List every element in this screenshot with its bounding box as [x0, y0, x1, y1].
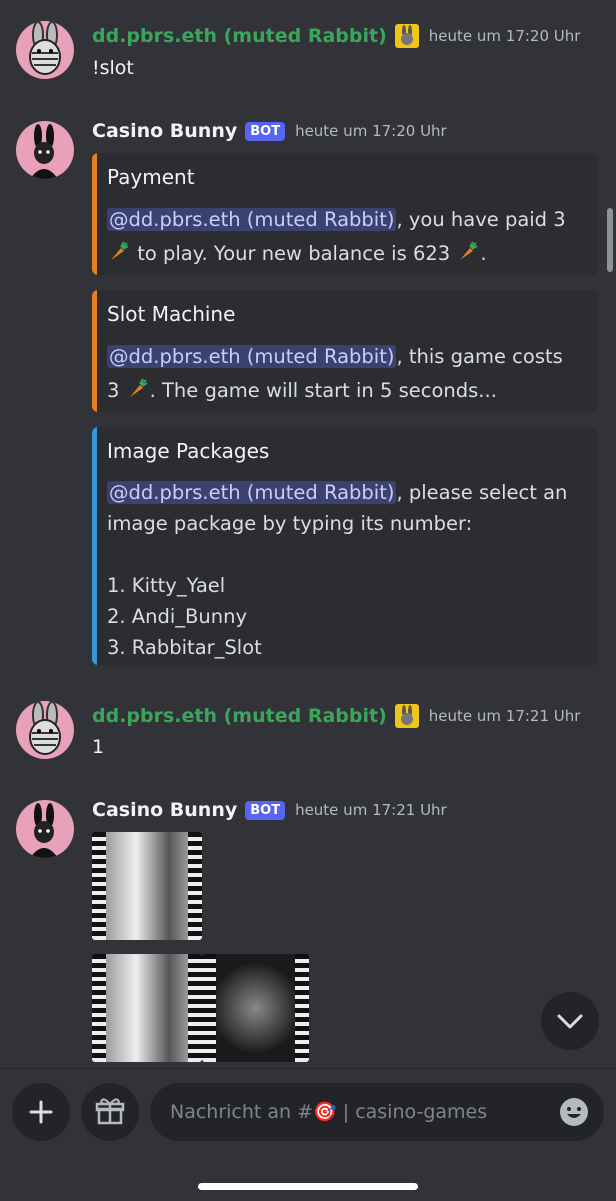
- embed-text: to play. Your new balance is 623: [131, 242, 457, 265]
- embed-payment: Payment @dd.pbrs.eth (muted Rabbit), you…: [92, 153, 598, 275]
- username[interactable]: Casino Bunny: [92, 799, 237, 821]
- chevron-down-icon: [557, 1014, 583, 1029]
- slot-image[interactable]: [92, 954, 202, 1062]
- embed-accent-bar: [92, 290, 97, 412]
- film-strip: [188, 954, 202, 1062]
- embed-description: @dd.pbrs.eth (muted Rabbit), you have pa…: [107, 203, 578, 271]
- composer-bar: Nachricht an #🎯 | casino-games: [0, 1068, 616, 1201]
- user-mention[interactable]: @dd.pbrs.eth (muted Rabbit): [107, 481, 397, 504]
- message-header: dd.pbrs.eth (muted Rabbit) heute um 17:2…: [92, 701, 580, 731]
- timestamp: heute um 17:21 Uhr: [295, 801, 447, 819]
- message-header: Casino Bunny BOT heute um 17:20 Uhr: [92, 116, 447, 146]
- rabbit-avatar-icon: [29, 701, 61, 755]
- gift-icon: [95, 1098, 125, 1125]
- bot-avatar[interactable]: [16, 800, 74, 858]
- message-text: !slot: [92, 57, 134, 79]
- smiley-icon[interactable]: [558, 1096, 590, 1128]
- embed-accent-bar: [92, 153, 97, 275]
- timestamp: heute um 17:21 Uhr: [428, 707, 581, 725]
- embed-text: , you have paid 3: [396, 208, 566, 231]
- embed-text: .: [480, 242, 487, 265]
- embed-text: 3: [107, 379, 126, 402]
- rabbit-emoji-icon: [394, 704, 419, 728]
- film-strip: [92, 954, 106, 1062]
- user-mention[interactable]: @dd.pbrs.eth (muted Rabbit): [107, 345, 397, 368]
- embed-text: . The game will start in 5 seconds...: [149, 379, 497, 402]
- package-option: 1. Kitty_Yael: [107, 574, 226, 597]
- plus-icon: [29, 1100, 53, 1124]
- gift-button[interactable]: [81, 1083, 139, 1141]
- add-attachment-button[interactable]: [12, 1083, 70, 1141]
- message-text: 1: [92, 736, 105, 758]
- bunny-avatar-icon: [30, 803, 58, 858]
- bot-avatar[interactable]: [16, 121, 74, 179]
- slot-image[interactable]: [202, 954, 309, 1062]
- bot-badge: BOT: [245, 800, 286, 820]
- jump-to-bottom-button[interactable]: [541, 992, 599, 1050]
- embed-title: Image Packages: [107, 439, 270, 463]
- message-header: Casino Bunny BOT heute um 17:21 Uhr: [92, 795, 447, 825]
- rabbit-avatar-icon: [29, 21, 61, 75]
- package-option: 2. Andi_Bunny: [107, 605, 248, 628]
- user-avatar[interactable]: [16, 701, 74, 759]
- embed-accent-bar: [92, 427, 97, 665]
- slot-image[interactable]: [92, 832, 202, 940]
- username[interactable]: dd.pbrs.eth (muted Rabbit): [92, 705, 387, 727]
- embed-title: Slot Machine: [107, 302, 236, 326]
- message-input-placeholder: Nachricht an #🎯 | casino-games: [170, 1101, 488, 1123]
- message-header: dd.pbrs.eth (muted Rabbit) heute um 17:2…: [92, 21, 580, 51]
- embed-text: image package by typing its number:: [107, 512, 473, 535]
- rabbit-emoji-icon: [394, 24, 419, 48]
- embed-text: , please select an: [396, 481, 568, 504]
- embed-title: Payment: [107, 165, 195, 189]
- carrot-icon: [111, 241, 129, 260]
- carrot-icon: [129, 378, 148, 397]
- timestamp: heute um 17:20 Uhr: [428, 27, 581, 45]
- username[interactable]: Casino Bunny: [92, 120, 237, 142]
- embed-description: @dd.pbrs.eth (muted Rabbit), this game c…: [107, 340, 578, 408]
- username[interactable]: dd.pbrs.eth (muted Rabbit): [92, 25, 387, 47]
- home-indicator: [198, 1183, 418, 1190]
- embed-description: @dd.pbrs.eth (muted Rabbit), please sele…: [107, 477, 578, 663]
- bot-badge: BOT: [245, 121, 286, 141]
- carrot-icon: [460, 241, 478, 260]
- user-mention[interactable]: @dd.pbrs.eth (muted Rabbit): [107, 208, 397, 231]
- scrollbar[interactable]: [607, 208, 613, 272]
- embed-text: , this game costs: [396, 345, 563, 368]
- timestamp: heute um 17:20 Uhr: [295, 122, 447, 140]
- embed-image-packages: Image Packages @dd.pbrs.eth (muted Rabbi…: [92, 427, 598, 665]
- user-avatar[interactable]: [16, 21, 74, 79]
- embed-slot-machine: Slot Machine @dd.pbrs.eth (muted Rabbit)…: [92, 290, 598, 412]
- package-option: 3. Rabbitar_Slot: [107, 636, 262, 659]
- film-strip: [92, 832, 106, 940]
- film-strip: [295, 954, 309, 1062]
- message-input[interactable]: Nachricht an #🎯 | casino-games: [150, 1083, 604, 1141]
- film-strip: [202, 954, 216, 1062]
- bunny-avatar-icon: [30, 124, 58, 179]
- film-strip: [188, 832, 202, 940]
